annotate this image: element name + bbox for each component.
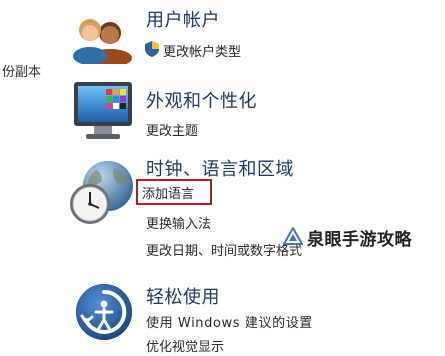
link-change-theme[interactable]: 更改主题 xyxy=(146,120,198,139)
watermark-text: 泉眼手游攻略 xyxy=(307,230,412,250)
globe-clock-icon[interactable] xyxy=(68,160,140,228)
section-title-appearance[interactable]: 外观和个性化 xyxy=(146,87,257,113)
left-panel-fragment: 份副本 xyxy=(2,65,42,80)
link-use-recommended-settings[interactable]: 使用 Windows 建议的设置 xyxy=(146,312,313,331)
link-optimize-visual-display[interactable]: 优化视觉显示 xyxy=(146,336,224,355)
section-title-clock-language-region[interactable]: 时钟、语言和区域 xyxy=(146,155,294,181)
link-add-language[interactable]: 添加语言 xyxy=(142,183,194,202)
triangle-logo-icon xyxy=(282,225,304,249)
link-change-input-method[interactable]: 更换输入法 xyxy=(146,213,211,232)
monitor-palette-icon[interactable] xyxy=(72,80,136,142)
users-icon[interactable] xyxy=(70,8,134,67)
section-title-ease-of-access[interactable]: 轻松使用 xyxy=(146,283,220,309)
link-change-date-time-format[interactable]: 更改日期、时间或数字格式 xyxy=(146,240,302,259)
ease-of-access-icon[interactable] xyxy=(74,282,134,342)
link-change-account-type[interactable]: 更改帐户类型 xyxy=(163,41,241,60)
watermark: 泉眼手游攻略 xyxy=(282,225,412,250)
section-title-user-accounts[interactable]: 用户帐户 xyxy=(146,6,220,32)
uac-shield-icon xyxy=(145,41,159,61)
